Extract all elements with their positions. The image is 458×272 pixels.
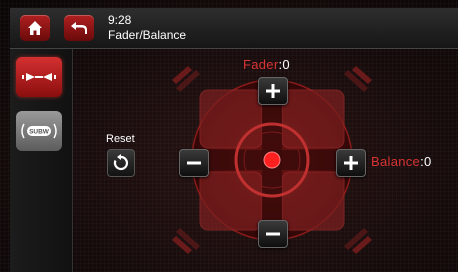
back-arrow-icon: [71, 22, 87, 34]
sidebar-item-subwoofer[interactable]: SUBW: [16, 111, 62, 151]
speaker-balance-icon: [22, 73, 56, 81]
fader-rear-minus-button[interactable]: [258, 220, 288, 248]
sidebar: SUBW: [10, 49, 73, 272]
position-indicator[interactable]: [263, 151, 281, 169]
fader-value-label: Fader:0: [243, 57, 290, 72]
balance-value-label: Balance:0: [371, 154, 432, 169]
title-bar: 9:28 Fader/Balance: [10, 8, 458, 49]
speaker-corner-rear-right: [344, 228, 372, 254]
speaker-corner-front-left: [172, 66, 200, 92]
speaker-corner-rear-left: [172, 228, 200, 254]
home-button[interactable]: [20, 15, 50, 41]
subw-icon: SUBW: [21, 123, 57, 139]
reset-icon: [113, 154, 129, 171]
plus-icon: [266, 84, 280, 98]
subw-label: SUBW: [29, 129, 50, 136]
fader-front-plus-button[interactable]: [258, 77, 288, 105]
minus-icon: [266, 232, 280, 236]
sidebar-item-fader-balance[interactable]: [16, 57, 62, 97]
fader-label: Fader: [243, 57, 279, 72]
reset-label: Reset: [106, 133, 135, 145]
screen: 9:28 Fader/Balance SUBW Reset Fader:0 Ba…: [0, 0, 458, 272]
page-title: Fader/Balance: [108, 28, 187, 42]
speaker-corner-front-right: [344, 66, 372, 92]
reset-button[interactable]: [107, 149, 135, 177]
home-icon: [28, 21, 42, 35]
fader-value: 0: [282, 57, 290, 72]
balance-value: 0: [424, 154, 432, 169]
plus-icon: [344, 156, 358, 170]
balance-right-plus-button[interactable]: [336, 149, 366, 177]
clock-time: 9:28: [108, 13, 132, 27]
minus-icon: [187, 161, 201, 165]
balance-label: Balance: [371, 154, 421, 169]
back-button[interactable]: [64, 15, 94, 41]
balance-left-minus-button[interactable]: [179, 149, 209, 177]
